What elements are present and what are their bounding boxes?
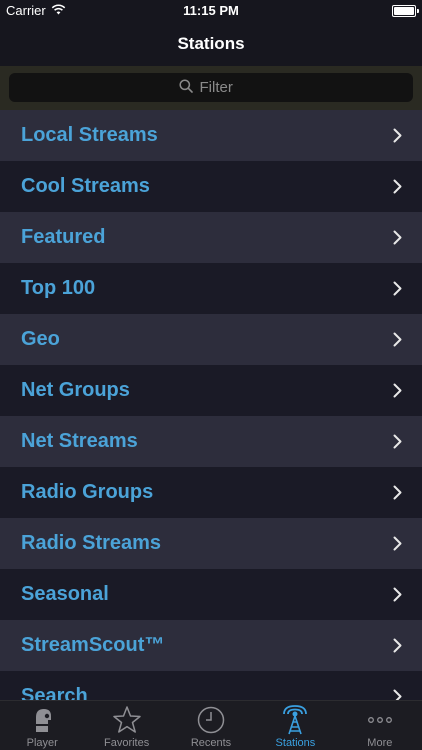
tab-favorites[interactable]: Favorites (84, 701, 168, 750)
search-field[interactable] (9, 73, 413, 102)
chevron-right-icon (393, 383, 402, 403)
tab-player[interactable]: Player (0, 701, 84, 750)
search-icon (178, 78, 193, 97)
tab-label: Recents (190, 737, 232, 749)
battery-fill (394, 7, 414, 15)
tab-label: Favorites (103, 737, 150, 749)
list-item-label: Top 100 (21, 277, 96, 299)
tab-recents[interactable]: Recents (169, 701, 253, 750)
more-icon (338, 705, 422, 735)
list-item-label: Radio Streams (21, 532, 162, 554)
tab-label: Player (26, 737, 58, 749)
list-item-featured[interactable]: Featured (0, 212, 422, 263)
list-item-streamscout[interactable]: StreamScout™ (0, 620, 422, 671)
chevron-right-icon (393, 332, 402, 352)
list-item-net-groups[interactable]: Net Groups (0, 365, 422, 416)
list-item-label: Net Groups (21, 379, 130, 401)
status-time: 11:15 PM (183, 3, 239, 18)
chevron-right-icon (393, 536, 402, 556)
chevron-right-icon (393, 281, 402, 301)
list-item-radio-groups[interactable]: Radio Groups (0, 467, 422, 518)
chevron-right-icon (393, 179, 402, 199)
chevron-right-icon (393, 485, 402, 505)
list-item-net-streams[interactable]: Net Streams (0, 416, 422, 467)
list-item-radio-streams[interactable]: Radio Streams (0, 518, 422, 569)
list-item-search[interactable]: Search (0, 671, 422, 700)
search-bar (0, 66, 422, 110)
navigation-bar: Stations (0, 22, 422, 66)
list-item-label: Search (21, 685, 88, 700)
list-item-top-100[interactable]: Top 100 (0, 263, 422, 314)
tab-label: Stations (275, 737, 316, 749)
clock-icon (169, 705, 253, 735)
chevron-right-icon (393, 689, 402, 700)
filter-input[interactable] (199, 79, 244, 96)
list-item-label: Cool Streams (21, 175, 150, 197)
list-item-local-streams[interactable]: Local Streams (0, 110, 422, 161)
list-item-seasonal[interactable]: Seasonal (0, 569, 422, 620)
star-icon (84, 705, 168, 735)
list-item-label: StreamScout™ (21, 634, 165, 656)
list-item-label: Geo (21, 328, 60, 350)
stations-list[interactable]: Local Streams Cool Streams Featured Top … (0, 110, 422, 700)
list-item-cool-streams[interactable]: Cool Streams (0, 161, 422, 212)
chevron-right-icon (393, 434, 402, 454)
list-item-geo[interactable]: Geo (0, 314, 422, 365)
list-item-label: Local Streams (21, 124, 158, 146)
tab-bar: Player Favorites Recents Stations More (0, 700, 422, 750)
list-item-label: Radio Groups (21, 481, 154, 503)
player-icon (0, 705, 84, 735)
chevron-right-icon (393, 638, 402, 658)
chevron-right-icon (393, 128, 402, 148)
page-title: Stations (177, 34, 245, 53)
chevron-right-icon (393, 587, 402, 607)
status-bar: Carrier 11:15 PM (0, 0, 422, 22)
list-item-label: Seasonal (21, 583, 109, 605)
battery-icon (392, 5, 419, 17)
chevron-right-icon (393, 230, 402, 250)
list-item-label: Net Streams (21, 430, 138, 452)
tab-more[interactable]: More (338, 701, 422, 750)
list-item-label: Featured (21, 226, 106, 248)
tab-label: More (367, 737, 393, 749)
tab-stations[interactable]: Stations (253, 701, 337, 750)
radio-tower-icon (253, 705, 337, 735)
